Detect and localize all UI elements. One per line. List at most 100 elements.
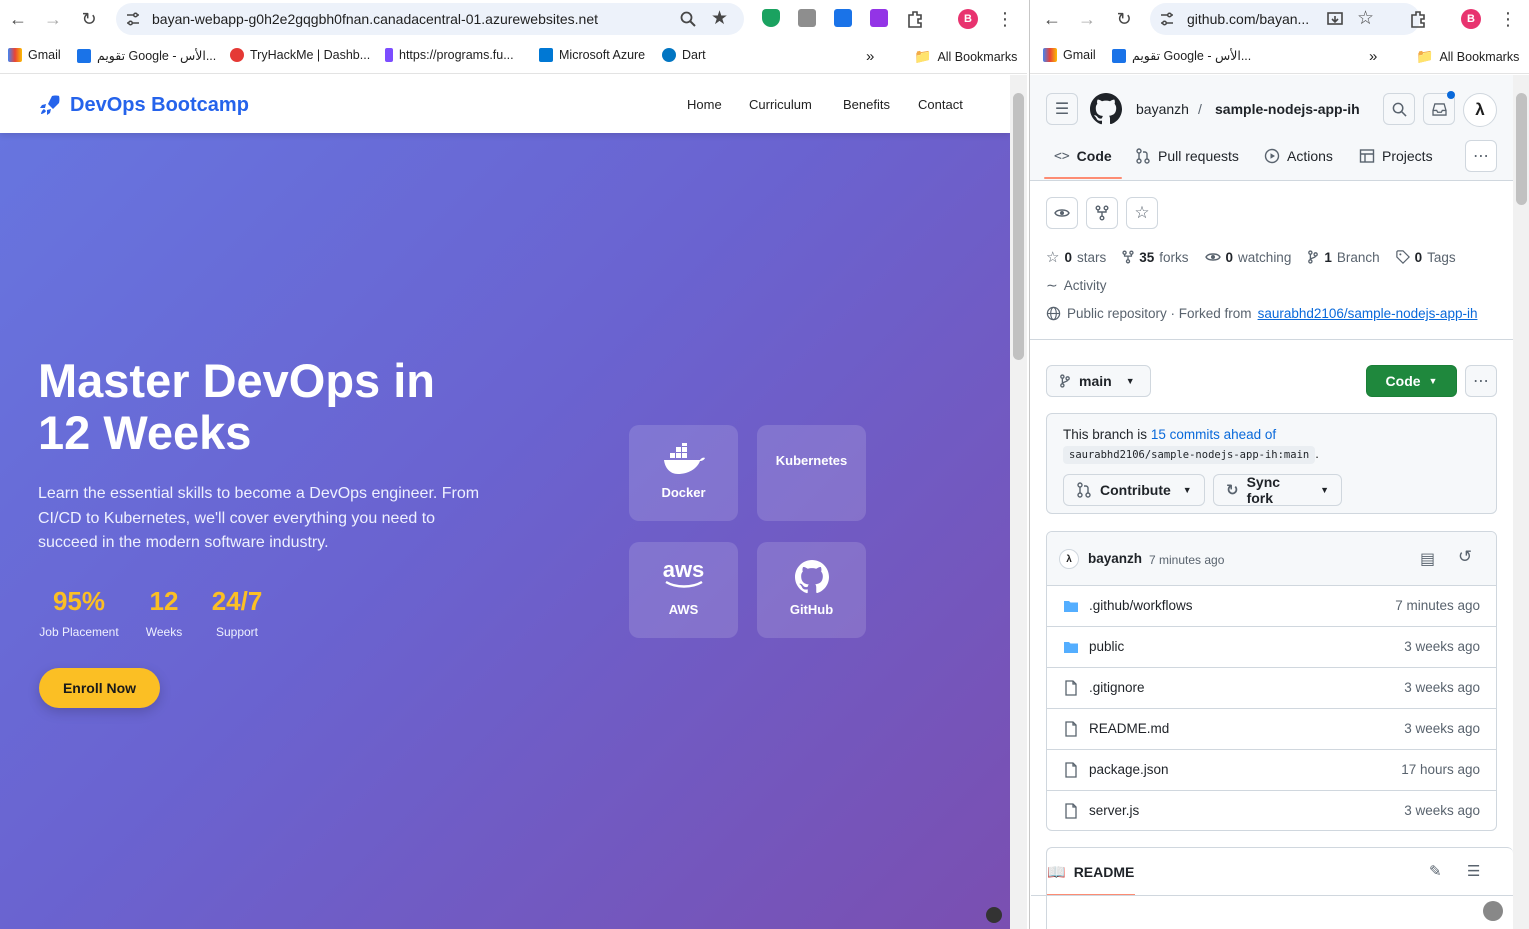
site-settings-icon[interactable]	[1159, 11, 1175, 27]
forks-count[interactable]: 35 forks	[1122, 250, 1189, 265]
tab-actions[interactable]: Actions	[1264, 148, 1333, 164]
bookmark-calendar[interactable]: تقويم Google - الأس...	[1112, 48, 1251, 63]
back-icon[interactable]: ←	[1040, 7, 1064, 31]
branch-selector[interactable]: main ▼	[1046, 365, 1151, 397]
file-name[interactable]: package.json	[1089, 762, 1169, 777]
all-bookmarks-button[interactable]: 📁 All Bookmarks	[914, 48, 1017, 65]
scrollbar-thumb[interactable]	[1013, 93, 1024, 360]
nav-home[interactable]: Home	[687, 97, 722, 112]
commit-message-toggle-icon[interactable]: ▤	[1420, 549, 1435, 569]
file-name[interactable]: public	[1089, 639, 1124, 654]
more-bookmarks-button[interactable]: »	[1369, 48, 1377, 65]
code-dropdown-button[interactable]: Code ▼	[1366, 365, 1457, 397]
calendar-icon	[1112, 48, 1126, 63]
address-bar[interactable]: github.com/bayan... ☆	[1150, 3, 1420, 35]
more-actions-icon[interactable]: ⋯	[1465, 365, 1497, 397]
stars-count[interactable]: ☆ 0 stars	[1046, 248, 1106, 266]
bookmark-calendar[interactable]: تقويم Google - الأس...	[77, 48, 216, 63]
camera-extension-icon[interactable]	[798, 9, 816, 27]
brand-logo[interactable]: DevOps Bootcamp	[38, 93, 249, 117]
bookmark-gmail[interactable]: Gmail	[1043, 48, 1096, 62]
branch-count[interactable]: 1 Branch	[1307, 250, 1380, 265]
more-bookmarks-button[interactable]: »	[866, 48, 874, 65]
file-row[interactable]: .github/workflows 7 minutes ago	[1047, 585, 1496, 626]
file-row[interactable]: README.md 3 weeks ago	[1047, 708, 1496, 749]
forward-icon[interactable]: →	[41, 7, 65, 31]
bookmark-tryhackme[interactable]: TryHackMe | Dashb...	[230, 48, 370, 62]
back-icon[interactable]: ←	[6, 7, 30, 31]
file-row[interactable]: public 3 weeks ago	[1047, 626, 1496, 667]
zoom-icon[interactable]	[679, 10, 697, 28]
bookmark-gmail[interactable]: Gmail	[8, 48, 61, 62]
tab-projects[interactable]: Projects	[1359, 148, 1433, 164]
file-row[interactable]: package.json 17 hours ago	[1047, 749, 1496, 790]
address-bar[interactable]: bayan-webapp-g0h2e2gqgbh0fnan.canadacent…	[116, 3, 744, 35]
user-avatar[interactable]: λ	[1463, 93, 1497, 127]
stat-value: 12	[149, 586, 179, 616]
floating-dot[interactable]	[986, 907, 1002, 923]
activity-link[interactable]: ∼ Activity	[1046, 277, 1107, 294]
breadcrumb-owner[interactable]: bayanzh	[1136, 101, 1189, 117]
file-icon	[1065, 803, 1077, 819]
outline-list-icon[interactable]: ☰	[1467, 862, 1480, 880]
tab-code[interactable]: <> Code	[1054, 148, 1112, 164]
star-icon[interactable]: ☆	[1126, 197, 1158, 229]
left-scrollbar[interactable]	[1010, 75, 1027, 929]
bookmark-star-icon[interactable]: ★	[711, 7, 728, 30]
floating-dot[interactable]	[1483, 901, 1503, 921]
watch-eye-icon[interactable]	[1046, 197, 1078, 229]
more-options-icon[interactable]: ⋯	[1465, 140, 1497, 172]
extensions-puzzle-icon[interactable]	[905, 9, 925, 29]
tags-count[interactable]: 0 Tags	[1395, 250, 1456, 265]
search-icon[interactable]	[1383, 93, 1415, 125]
bookmark-dart[interactable]: Dart	[662, 48, 706, 62]
hamburger-menu-icon[interactable]: ☰	[1046, 93, 1078, 125]
fork-source-link[interactable]: saurabhd2106/sample-nodejs-app-ih	[1258, 306, 1478, 321]
download-extension-icon[interactable]	[834, 9, 852, 27]
right-scrollbar[interactable]	[1513, 75, 1529, 929]
extensions-puzzle-icon[interactable]	[1408, 9, 1428, 29]
menu-kebab-icon[interactable]: ⋮	[1496, 7, 1520, 31]
all-bookmarks-button[interactable]: 📁 All Bookmarks	[1416, 48, 1519, 65]
forward-icon[interactable]: →	[1075, 7, 1099, 31]
edit-pencil-icon[interactable]: ✎	[1429, 862, 1442, 880]
file-name[interactable]: .gitignore	[1089, 680, 1145, 695]
shield-extension-icon[interactable]	[762, 9, 780, 27]
github-logo-icon[interactable]	[1090, 93, 1122, 125]
scrollbar-thumb[interactable]	[1516, 93, 1527, 205]
enroll-now-button[interactable]: Enroll Now	[39, 668, 160, 708]
file-updated-time: 17 hours ago	[1401, 762, 1480, 777]
url-text: github.com/bayan...	[1187, 11, 1310, 27]
nav-benefits[interactable]: Benefits	[843, 97, 890, 112]
nav-contact[interactable]: Contact	[918, 97, 963, 112]
file-name[interactable]: server.js	[1089, 803, 1139, 818]
file-name[interactable]: README.md	[1089, 721, 1169, 736]
breadcrumb-repo[interactable]: sample-nodejs-app-ih	[1215, 101, 1360, 117]
commits-ahead-link[interactable]: 15 commits ahead of	[1151, 427, 1276, 442]
profile-avatar[interactable]: B	[958, 9, 978, 29]
bookmark-star-icon[interactable]: ☆	[1357, 7, 1374, 30]
reload-icon[interactable]: ↻	[77, 7, 101, 31]
file-row[interactable]: server.js 3 weeks ago	[1047, 790, 1496, 830]
file-name[interactable]: .github/workflows	[1089, 598, 1193, 613]
menu-kebab-icon[interactable]: ⋮	[993, 7, 1017, 31]
tech-card-label: GitHub	[789, 602, 834, 617]
fork-icon[interactable]	[1086, 197, 1118, 229]
bookmark-programs[interactable]: https://programs.fu...	[385, 48, 514, 62]
tab-pull-requests[interactable]: Pull requests	[1135, 148, 1239, 164]
nav-curriculum[interactable]: Curriculum	[749, 97, 812, 112]
profile-avatar[interactable]: B	[1461, 9, 1481, 29]
commit-author-avatar[interactable]: λ	[1059, 549, 1079, 569]
reload-icon[interactable]: ↻	[1112, 7, 1136, 31]
contribute-button[interactable]: Contribute ▼	[1063, 474, 1205, 506]
site-settings-icon[interactable]	[125, 11, 141, 27]
readme-tab[interactable]: 📖 README	[1047, 863, 1134, 881]
bookmark-azure[interactable]: Microsoft Azure	[539, 48, 645, 62]
watching-count[interactable]: 0 watching	[1204, 250, 1291, 265]
sync-fork-button[interactable]: ↻ Sync fork ▼	[1213, 474, 1342, 506]
file-row[interactable]: .gitignore 3 weeks ago	[1047, 667, 1496, 708]
install-app-icon[interactable]	[1326, 10, 1344, 28]
commit-author[interactable]: bayanzh	[1088, 551, 1142, 566]
purple-extension-icon[interactable]	[870, 9, 888, 27]
history-icon[interactable]: ↺	[1458, 547, 1472, 567]
